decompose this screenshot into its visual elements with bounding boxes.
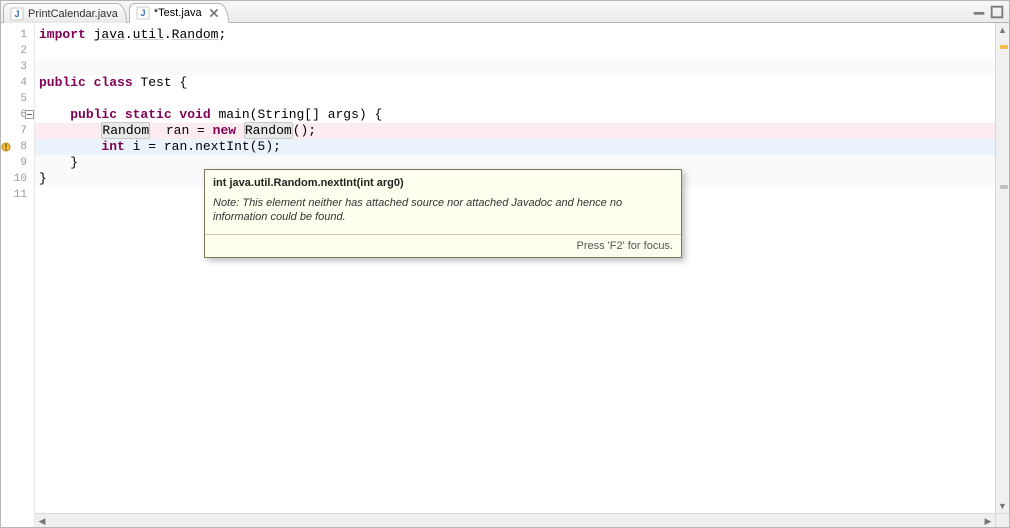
tab-bar: J PrintCalendar.java J *Test.java	[1, 1, 1009, 23]
svg-text:J: J	[140, 8, 145, 18]
line-number[interactable]: 4	[1, 75, 31, 91]
tooltip-footer: Press 'F2' for focus.	[205, 234, 681, 257]
line-number[interactable]: 10	[1, 171, 31, 187]
line-number[interactable]: 7	[1, 123, 31, 139]
code-editor[interactable]: import java.util.Random; public class Tes…	[35, 23, 995, 513]
ruler-occurrence-marker[interactable]	[1000, 185, 1008, 189]
code-line[interactable]: Random ran = new Random();	[35, 123, 995, 139]
scroll-left-icon[interactable]: ◀	[35, 514, 49, 528]
code-line[interactable]	[35, 59, 995, 75]
editor-window-buttons	[971, 1, 1009, 22]
line-number[interactable]: 3	[1, 59, 31, 75]
minimize-view-icon[interactable]	[971, 5, 987, 19]
editor-body: 1234567891011 import java.util.Random;pu…	[1, 23, 1009, 527]
ide-window: J PrintCalendar.java J *Test.java 123456…	[0, 0, 1010, 528]
overview-ruler[interactable]	[999, 37, 1009, 499]
code-line[interactable]: public class Test {	[35, 75, 995, 91]
line-number[interactable]: 11	[1, 187, 31, 203]
line-number[interactable]: 2	[1, 43, 31, 59]
vertical-scrollbar[interactable]: ▲ ▼	[995, 23, 1009, 513]
horizontal-scrollbar[interactable]: ◀ ▶	[35, 513, 995, 527]
line-number[interactable]: 5	[1, 91, 31, 107]
scroll-up-icon[interactable]: ▲	[996, 23, 1009, 37]
code-line[interactable]	[35, 43, 995, 59]
code-line[interactable]: public static void main(String[] args) {	[35, 107, 995, 123]
code-line[interactable]	[35, 91, 995, 107]
fold-toggle-icon[interactable]	[25, 110, 34, 119]
scroll-right-icon[interactable]: ▶	[981, 514, 995, 528]
maximize-view-icon[interactable]	[989, 5, 1005, 19]
scroll-down-icon[interactable]: ▼	[996, 499, 1009, 513]
java-file-icon: J	[136, 6, 150, 20]
tab-test[interactable]: J *Test.java	[129, 3, 229, 23]
tab-label: PrintCalendar.java	[28, 8, 118, 20]
line-number[interactable]: 9	[1, 155, 31, 171]
ruler-warning-marker[interactable]	[1000, 45, 1008, 49]
tab-printcalendar[interactable]: J PrintCalendar.java	[3, 3, 127, 23]
svg-text:J: J	[14, 9, 19, 19]
code-line[interactable]: import java.util.Random;	[35, 27, 995, 43]
scrollbar-corner	[995, 513, 1009, 527]
java-file-icon: J	[10, 7, 24, 21]
line-number[interactable]: 1	[1, 27, 31, 43]
javadoc-hover-tooltip[interactable]: int java.util.Random.nextInt(int arg0) N…	[204, 169, 682, 258]
close-icon[interactable]	[208, 7, 220, 19]
tooltip-signature: int java.util.Random.nextInt(int arg0)	[205, 170, 681, 194]
tab-label: *Test.java	[154, 7, 202, 19]
code-line[interactable]: int i = ran.nextInt(5);	[35, 139, 995, 155]
warning-marker-icon[interactable]	[1, 142, 11, 152]
tooltip-note: Note: This element neither has attached …	[205, 194, 681, 234]
line-number-gutter[interactable]: 1234567891011	[1, 23, 35, 527]
